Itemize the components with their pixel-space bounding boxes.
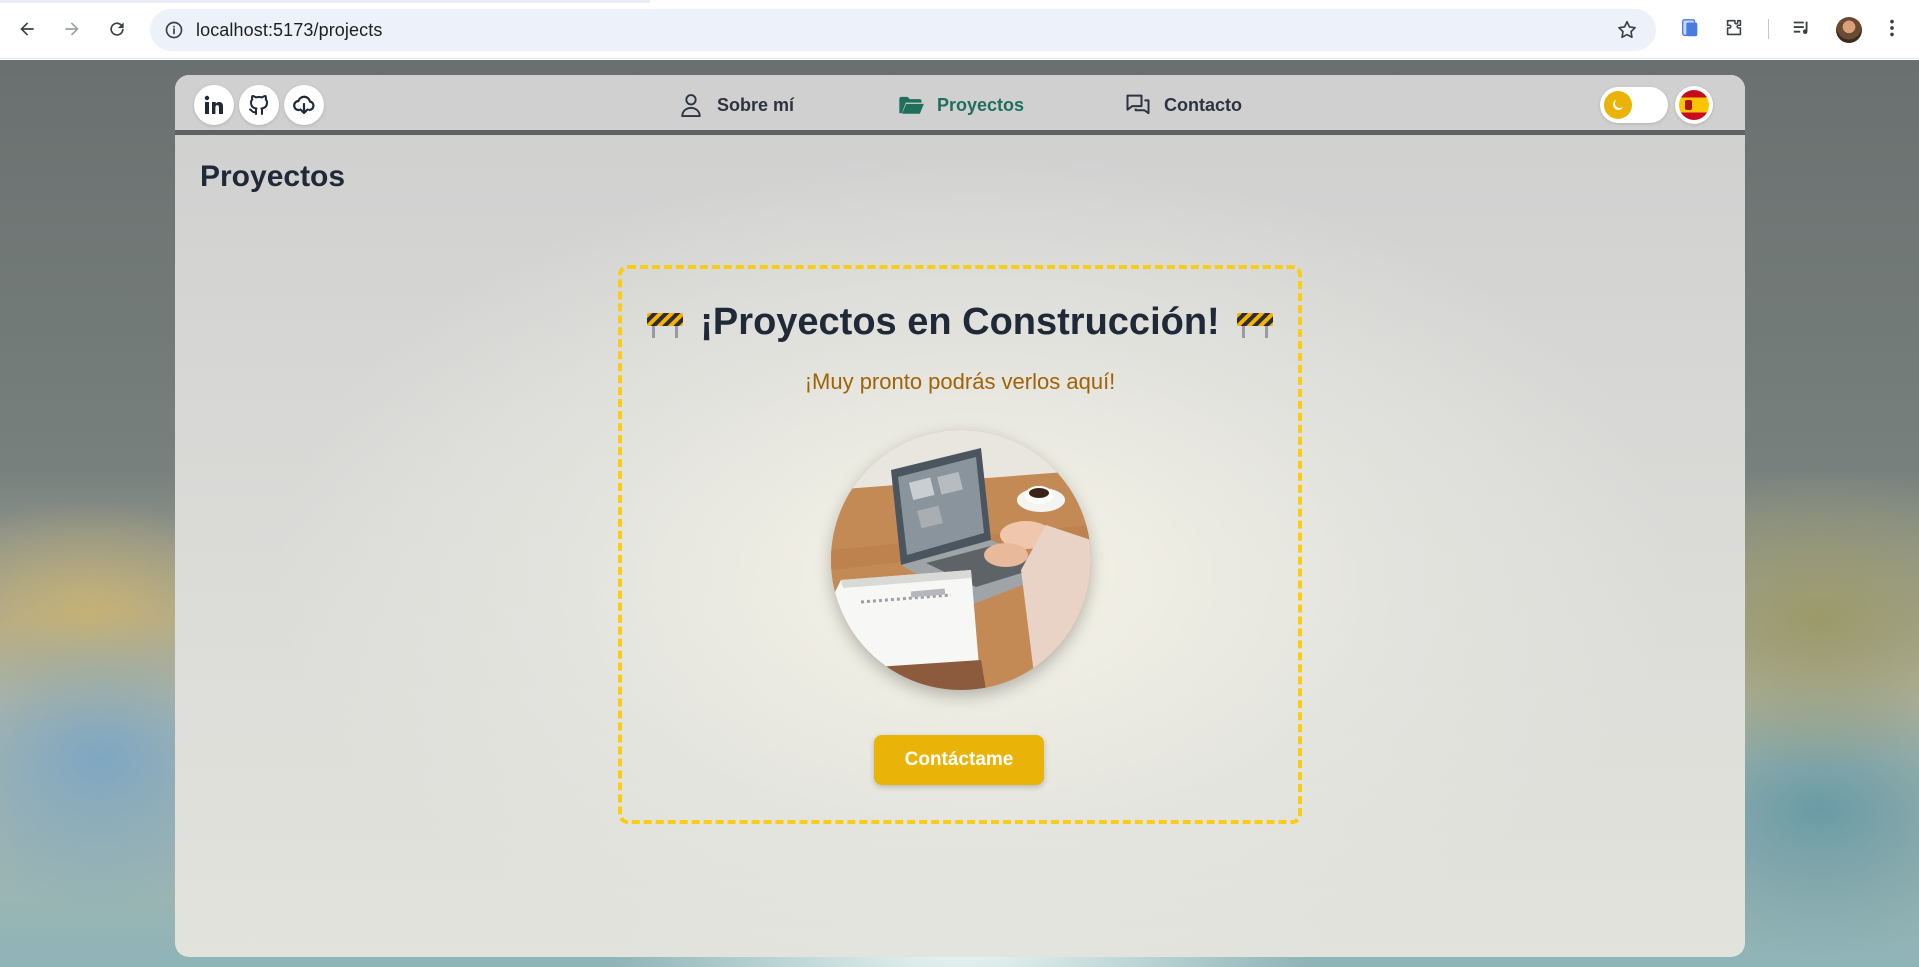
nav-projects[interactable]: Proyectos [897, 89, 1024, 121]
nav-projects-label: Proyectos [937, 94, 1025, 115]
url-text: localhost:5173/projects [196, 20, 383, 40]
user-icon [681, 94, 701, 118]
construction-barrier-icon [647, 312, 684, 338]
nav-contact-label: Contacto [1164, 94, 1242, 115]
linkedin-icon [204, 95, 223, 114]
arrow-right-icon [65, 22, 79, 36]
back-button[interactable] [10, 12, 44, 46]
site-header: Sobre mí Proyectos Contacto [175, 75, 1745, 135]
extensions-menu-button[interactable] [1722, 16, 1746, 40]
page-title: Proyectos [200, 160, 346, 193]
page-background: Sobre mí Proyectos Contacto Proyectos ¡P… [0, 60, 1919, 967]
moon-icon [1613, 99, 1624, 110]
translate-extension-icon [1681, 19, 1698, 37]
nav-contact[interactable]: Contacto [1124, 89, 1242, 121]
reload-icon [110, 22, 124, 36]
construction-subtitle: ¡Muy pronto podrás verlos aquí! [804, 369, 1116, 394]
extension-button[interactable] [1678, 16, 1702, 40]
github-icon [249, 95, 268, 115]
toolbar-divider [1768, 19, 1769, 39]
cloud-download-icon [293, 95, 315, 115]
laptop-workspace-photo [831, 430, 1091, 690]
profile-avatar[interactable] [1836, 17, 1862, 43]
download-cv-link[interactable] [284, 85, 324, 125]
construction-barrier-icon [1236, 312, 1273, 338]
under-construction-panel: ¡Proyectos en Construcción! ¡Muy pronto … [618, 265, 1302, 824]
spain-flag-icon [1679, 90, 1709, 120]
bookmark-star-icon[interactable] [1616, 19, 1638, 41]
puzzle-icon [1726, 19, 1742, 36]
github-link[interactable] [239, 85, 279, 125]
folder-open-icon [899, 96, 924, 114]
linkedin-link[interactable] [194, 85, 234, 125]
browser-toolbar: localhost:5173/projects [0, 0, 1919, 59]
forward-button[interactable] [55, 12, 89, 46]
playlist-icon [1793, 21, 1808, 34]
chat-icon [1126, 94, 1150, 115]
browser-menu-button[interactable] [1880, 16, 1904, 40]
kebab-menu-icon [1890, 19, 1894, 37]
arrow-left-icon [20, 22, 34, 36]
theme-toggle-knob [1604, 91, 1632, 119]
address-bar[interactable]: localhost:5173/projects [150, 9, 1656, 51]
language-switcher[interactable] [1675, 86, 1713, 124]
construction-title: ¡Proyectos en Construcción! [700, 301, 1220, 343]
media-control-button[interactable] [1790, 16, 1814, 40]
tab-strip-edge [0, 0, 650, 3]
contact-me-button[interactable]: Contáctame [874, 735, 1044, 785]
nav-about[interactable]: Sobre mí [677, 89, 794, 121]
reload-button[interactable] [100, 12, 134, 46]
nav-about-label: Sobre mí [717, 94, 795, 115]
theme-toggle[interactable] [1600, 87, 1668, 123]
app-card: Sobre mí Proyectos Contacto Proyectos ¡P… [175, 75, 1745, 957]
site-info-icon[interactable] [164, 20, 184, 40]
construction-heading: ¡Proyectos en Construcción! [622, 301, 1298, 344]
